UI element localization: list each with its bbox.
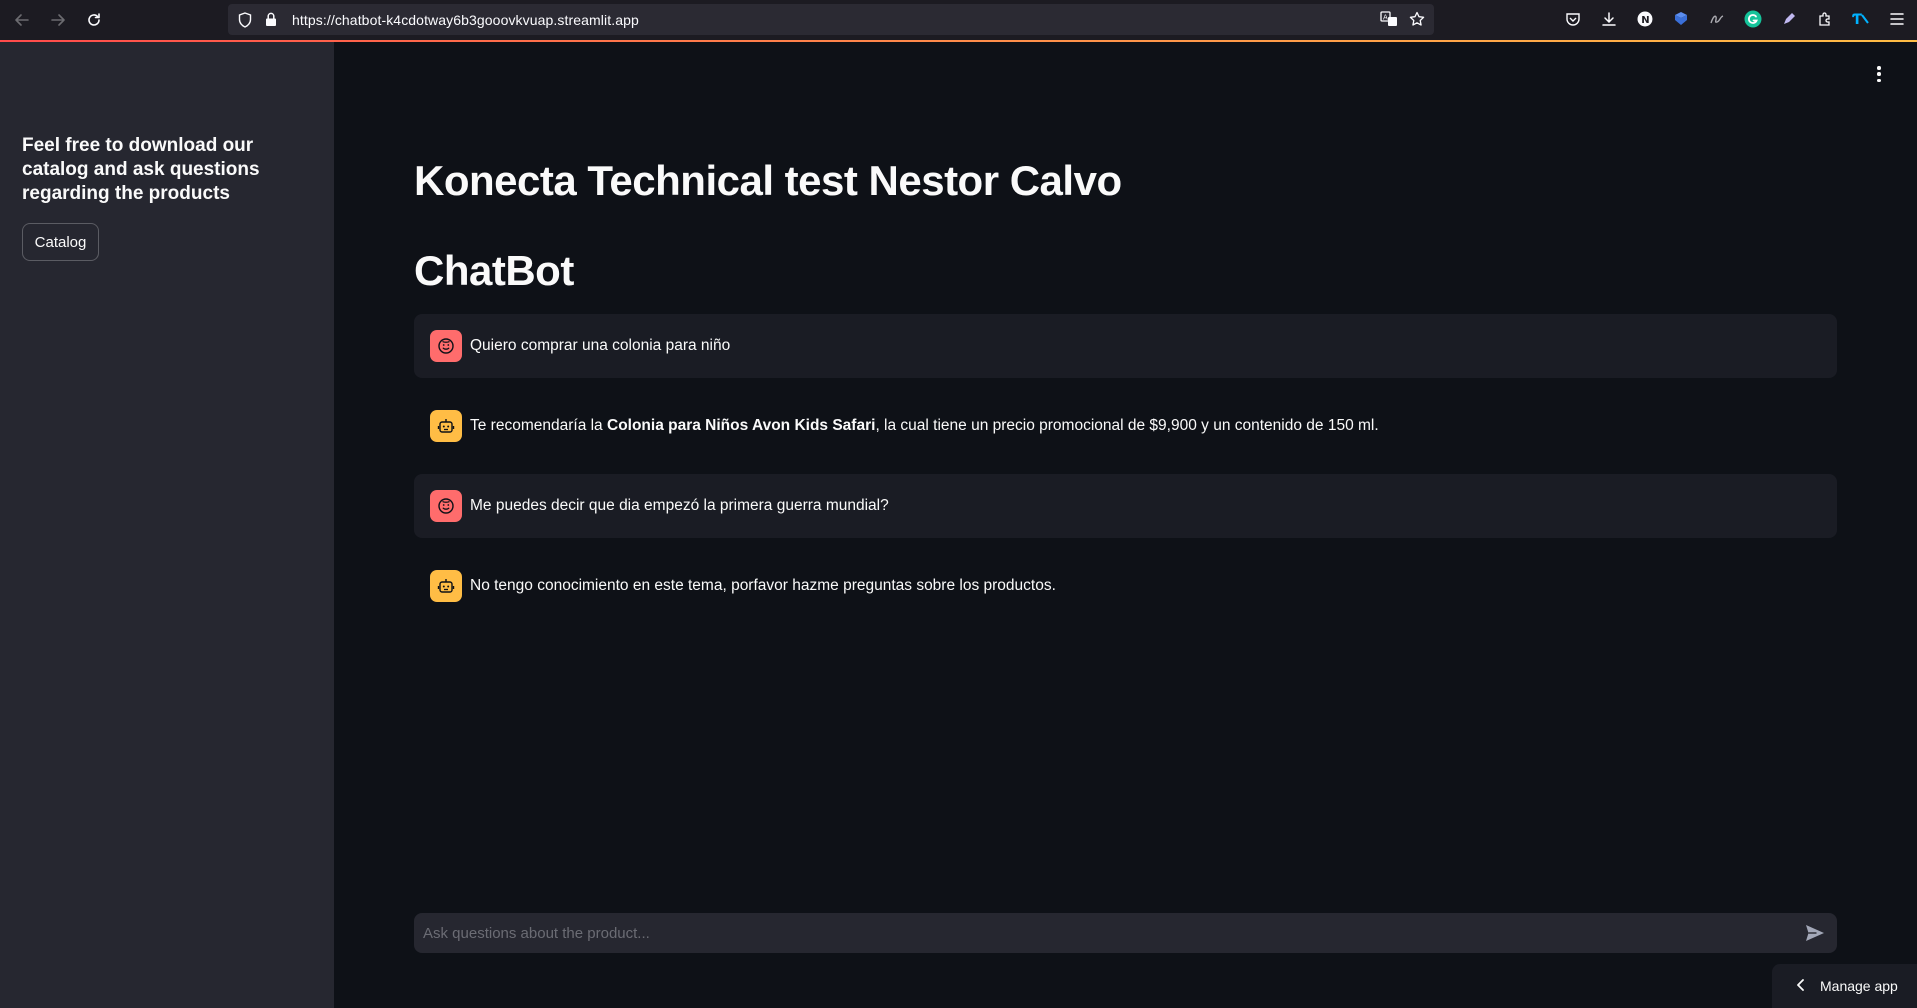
browser-toolbar: https://chatbot-k4cdotway6b3gooovkvuap.s…: [0, 0, 1917, 40]
send-icon[interactable]: [1803, 921, 1827, 945]
reload-icon[interactable]: [82, 8, 106, 32]
url-bar[interactable]: https://chatbot-k4cdotway6b3gooovkvuap.s…: [228, 4, 1434, 35]
chevron-left-icon: [1796, 978, 1806, 994]
user-avatar-icon: [430, 330, 462, 362]
message-text: Te recomendaría la Colonia para Niños Av…: [470, 417, 1379, 435]
notion-extension-icon[interactable]: N: [1633, 6, 1657, 32]
chat-message-user: Me puedes decir que dia empezó la primer…: [414, 474, 1837, 538]
chat-input-container: [414, 913, 1837, 953]
chat-input[interactable]: [414, 913, 1774, 953]
pocket-icon[interactable]: [1561, 6, 1585, 32]
page-subtitle: ChatBot: [414, 247, 574, 294]
download-icon[interactable]: [1597, 6, 1621, 32]
translate-icon[interactable]: A: [1378, 8, 1400, 30]
translate-extension-icon[interactable]: Ƭ: [1849, 6, 1873, 32]
grammarly-icon[interactable]: [1741, 6, 1765, 32]
message-text: Quiero comprar una colonia para niño: [470, 337, 731, 354]
bookmark-star-icon[interactable]: [1406, 8, 1428, 30]
sidebar: Feel free to download our catalog and as…: [0, 42, 334, 1008]
catalog-button[interactable]: Catalog: [22, 223, 99, 261]
svg-text:Ƭ: Ƭ: [1852, 12, 1862, 27]
product-name-bold: Colonia para Niños Avon Kids Safari: [607, 417, 876, 434]
chat-message-user: Quiero comprar una colonia para niño: [414, 314, 1837, 378]
user-avatar-icon: [430, 490, 462, 522]
back-arrow-icon[interactable]: [10, 8, 34, 32]
kebab-menu-icon[interactable]: [1871, 64, 1887, 84]
forward-arrow-icon[interactable]: [46, 8, 70, 32]
message-text-part: , la cual tiene un precio promocional de…: [875, 417, 1379, 434]
browser-extensions: N Ƭ: [1561, 6, 1909, 32]
shield-icon[interactable]: [234, 9, 256, 31]
shield-extension-icon[interactable]: [1669, 6, 1693, 32]
bot-avatar-icon: [430, 570, 462, 602]
bot-avatar-icon: [430, 410, 462, 442]
handwriting-extension-icon[interactable]: [1705, 6, 1729, 32]
chat-message-assistant: No tengo conocimiento en este tema, porf…: [414, 554, 1837, 618]
message-text-part: Te recomendaría la: [470, 417, 607, 434]
chat-message-assistant: Te recomendaría la Colonia para Niños Av…: [414, 394, 1837, 458]
sidebar-title: Feel free to download our catalog and as…: [22, 135, 260, 204]
url-text[interactable]: https://chatbot-k4cdotway6b3gooovkvuap.s…: [292, 12, 639, 28]
manage-app-button[interactable]: Manage app: [1772, 964, 1917, 1008]
message-text: No tengo conocimiento en este tema, porf…: [470, 577, 1056, 594]
extensions-puzzle-icon[interactable]: [1813, 6, 1837, 32]
hamburger-menu-icon[interactable]: [1885, 6, 1909, 32]
pen-extension-icon[interactable]: [1777, 6, 1801, 32]
svg-text:A: A: [1383, 14, 1388, 22]
lock-icon[interactable]: [260, 9, 282, 31]
message-text: Me puedes decir que dia empezó la primer…: [470, 497, 889, 514]
svg-text:N: N: [1641, 15, 1649, 26]
page-title: Konecta Technical test Nestor Calvo: [414, 157, 1122, 204]
manage-app-label: Manage app: [1820, 978, 1898, 994]
main-area: Konecta Technical test Nestor Calvo Chat…: [334, 42, 1917, 1008]
